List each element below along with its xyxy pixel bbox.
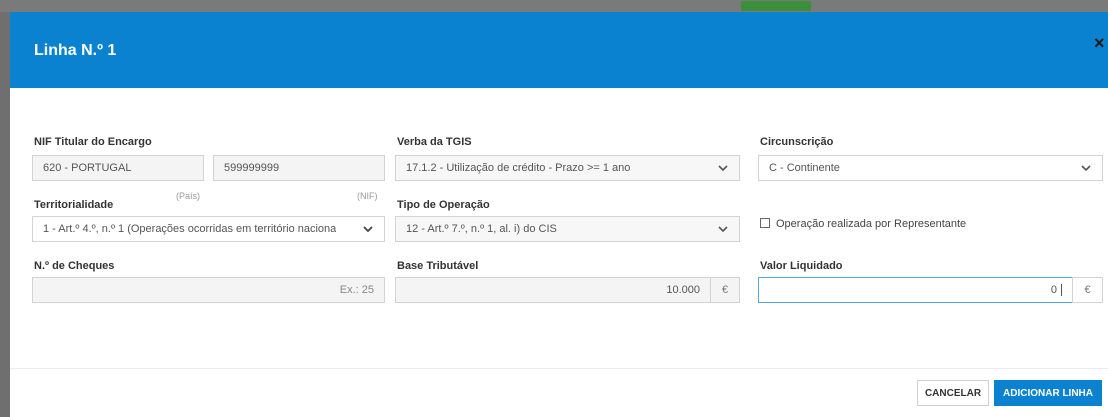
tipo-operacao-value: 12 - Art.º 7.º, n.º 1, al. i) do CIS: [406, 223, 557, 235]
tipo-operacao-select[interactable]: 12 - Art.º 7.º, n.º 1, al. i) do CIS: [395, 216, 740, 242]
representante-checkbox[interactable]: [760, 218, 770, 228]
country-field[interactable]: 620 - PORTUGAL: [32, 155, 204, 181]
line-modal: Linha N.º 1 × NIF Titular do Encargo 620…: [10, 12, 1108, 417]
territorialidade-value: 1 - Art.º 4.º, n.º 1 (Operações ocorrida…: [43, 223, 337, 235]
circunscricao-value: C - Continente: [769, 162, 840, 174]
n-cheques-placeholder: Ex.: 25: [339, 284, 374, 296]
background-page-strip: [0, 0, 1108, 12]
representante-label: Operação realizada por Representante: [776, 218, 967, 230]
modal-body: NIF Titular do Encargo 620 - PORTUGAL 59…: [10, 88, 1108, 368]
base-tributavel-input[interactable]: 10.000: [395, 277, 711, 303]
background-nav-item: [720, 1, 723, 11]
territorialidade-select[interactable]: 1 - Art.º 4.º, n.º 1 (Operações ocorrida…: [32, 216, 385, 242]
base-tributavel-label: Base Tributável: [397, 260, 479, 272]
chevron-down-icon: [717, 223, 729, 235]
country-hint: (País): [176, 191, 201, 201]
modal-footer: CANCELAR ADICIONAR LINHA: [10, 368, 1108, 417]
valor-liquidado-input[interactable]: 0: [758, 277, 1073, 303]
n-cheques-input[interactable]: Ex.: 25: [32, 277, 385, 303]
valor-liquidado-label: Valor Liquidado: [760, 260, 843, 272]
text-caret: [1061, 284, 1062, 296]
base-tributavel-value: 10.000: [666, 284, 700, 296]
valor-liquidado-value: 0: [1050, 284, 1057, 296]
chevron-down-icon: [1080, 162, 1092, 174]
modal-header: Linha N.º 1 ×: [10, 12, 1108, 88]
circunscricao-label: Circunscrição: [760, 136, 834, 148]
base-tributavel-currency: €: [710, 277, 740, 303]
verba-tgis-label: Verba da TGIS: [397, 136, 472, 148]
close-icon[interactable]: ×: [1094, 32, 1108, 54]
modal-title: Linha N.º 1: [34, 42, 117, 59]
background-nav: [720, 0, 811, 12]
cancel-button[interactable]: CANCELAR: [917, 380, 989, 406]
chevron-down-icon: [362, 223, 374, 235]
add-line-button[interactable]: ADICIONAR LINHA: [994, 380, 1102, 406]
background-nav-badge: [740, 1, 811, 11]
territorialidade-label: Territorialidade: [34, 199, 114, 211]
chevron-down-icon: [717, 162, 729, 174]
n-cheques-label: N.º de Cheques: [34, 260, 115, 272]
nif-field[interactable]: 599999999: [213, 155, 385, 181]
verba-tgis-value: 17.1.2 - Utilização de crédito - Prazo >…: [406, 162, 631, 174]
tipo-operacao-label: Tipo de Operação: [397, 199, 490, 211]
circunscricao-select[interactable]: C - Continente: [758, 155, 1103, 181]
nif-hint: (NIF): [357, 191, 378, 201]
valor-liquidado-currency: €: [1072, 277, 1103, 303]
verba-tgis-select[interactable]: 17.1.2 - Utilização de crédito - Prazo >…: [395, 155, 740, 181]
nif-titular-label: NIF Titular do Encargo: [34, 136, 152, 148]
